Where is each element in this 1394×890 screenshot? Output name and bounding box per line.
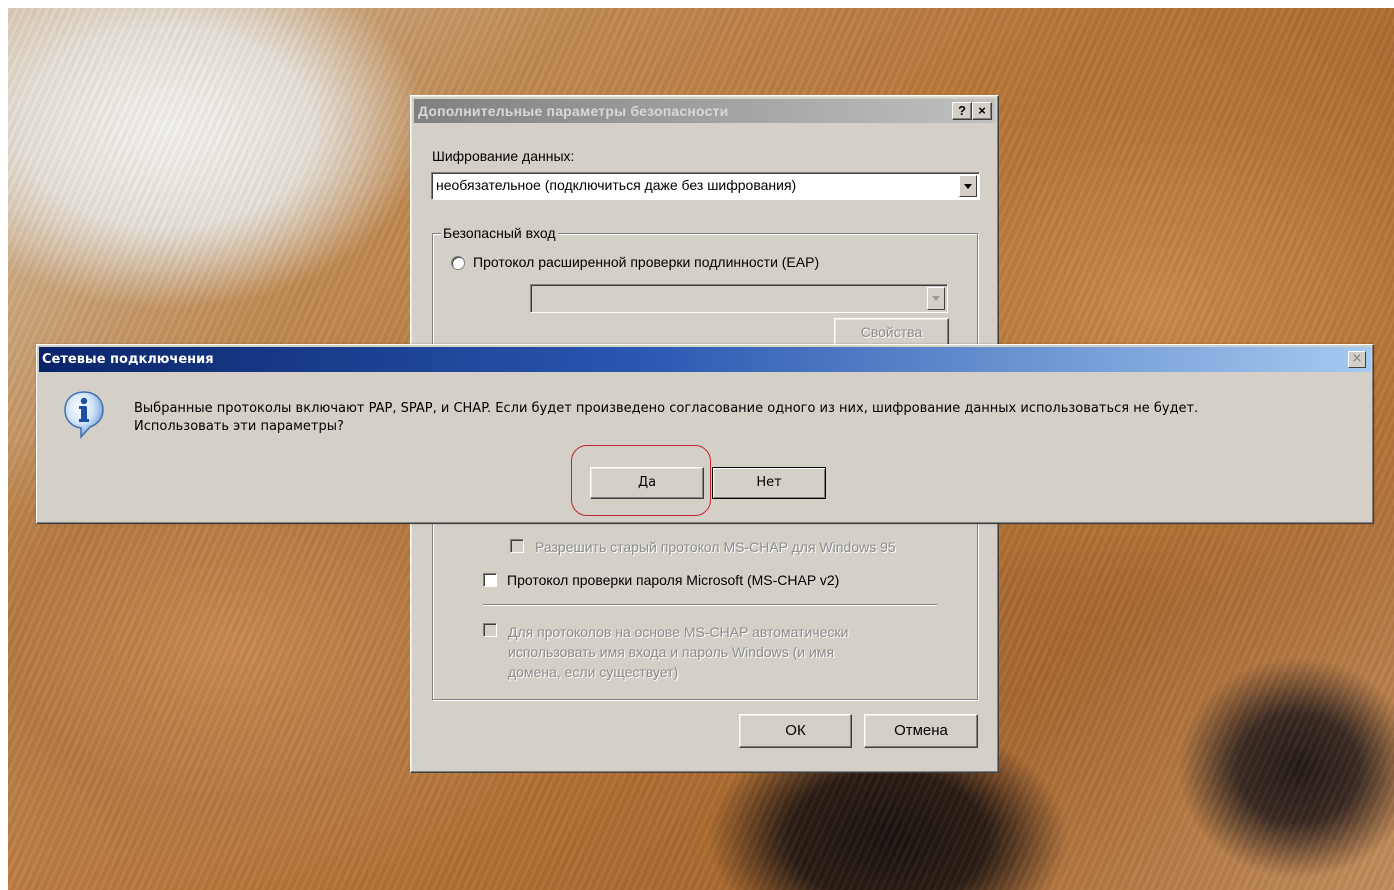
encryption-select-value: необязательное (подключиться даже без ши… — [436, 177, 797, 193]
auto-logon-checkbox[interactable] — [483, 623, 497, 637]
auto-logon-label-line3: домена, если существует) — [508, 664, 679, 680]
separator — [483, 604, 937, 606]
message-line-2: Использовать эти параметры? — [134, 419, 344, 434]
encryption-select[interactable]: необязательное (подключиться даже без ши… — [431, 172, 980, 200]
eap-radio[interactable] — [451, 256, 465, 270]
encryption-label: Шифрование данных: — [432, 148, 575, 164]
mschap-v2-checkbox[interactable] — [483, 573, 497, 587]
cancel-button[interactable]: Отмена — [864, 714, 978, 748]
chevron-down-icon[interactable] — [959, 175, 977, 197]
ok-button[interactable]: ОК — [739, 714, 852, 748]
message-box-title: Сетевые подключения — [42, 352, 214, 367]
allow-old-mschap-label: Разрешить старый протокол MS-CHAP для Wi… — [535, 539, 896, 555]
message-box-titlebar[interactable]: Сетевые подключения × — [39, 347, 1371, 372]
no-button[interactable]: Нет — [712, 467, 826, 499]
message-text: Выбранные протоколы включают PAP, SPAP, … — [134, 400, 1198, 436]
auto-logon-label-line2: использовать имя входа и пароль Windows … — [508, 644, 835, 660]
advanced-security-title: Дополнительные параметры безопасности — [418, 103, 729, 119]
help-button[interactable]: ? — [952, 102, 972, 120]
advanced-security-titlebar[interactable]: Дополнительные параметры безопасности ? … — [414, 99, 995, 123]
mschap-v2-label: Протокол проверки пароля Microsoft (MS-C… — [507, 572, 840, 588]
properties-button[interactable]: Свойства — [834, 318, 949, 346]
auto-logon-label-line1: Для протоколов на основе MS-CHAP автомат… — [508, 624, 849, 640]
secure-logon-legend: Безопасный вход — [441, 225, 558, 241]
chevron-down-icon[interactable] — [927, 287, 945, 310]
info-icon — [64, 391, 104, 439]
close-button[interactable]: × — [1348, 351, 1366, 368]
close-button[interactable]: × — [972, 102, 992, 120]
eap-radio-label: Протокол расширенной проверки подлинност… — [473, 254, 820, 270]
allow-old-mschap-checkbox[interactable] — [510, 539, 524, 553]
eap-type-select[interactable] — [530, 284, 948, 313]
network-connections-message-box: Сетевые подключения × Выбранные протокол… — [36, 344, 1374, 524]
message-line-1: Выбранные протоколы включают PAP, SPAP, … — [134, 401, 1199, 416]
yes-button[interactable]: Да — [590, 467, 704, 499]
